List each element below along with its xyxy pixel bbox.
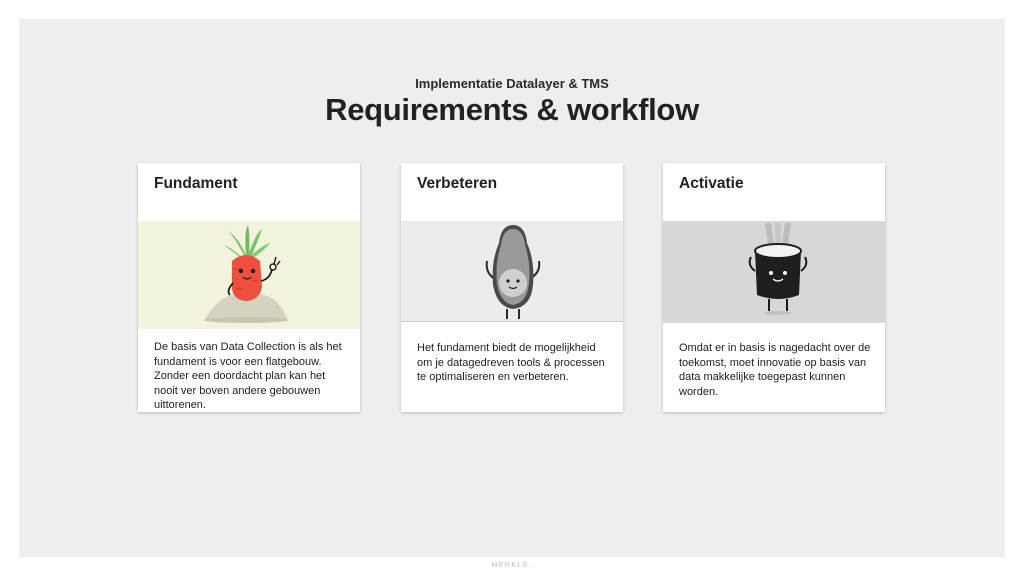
merkle-logo: MERKLE.	[491, 562, 533, 569]
card-description: Het fundament biedt de mogelijkheid om j…	[417, 342, 605, 384]
sushi-roll-character-icon	[663, 221, 885, 323]
card-description: Omdat er in basis is nagedacht over de t…	[679, 342, 871, 398]
slide-subtitle: Implementatie Datalayer & TMS	[415, 76, 609, 91]
card-title: Verbeteren	[417, 175, 498, 192]
card-activatie: Activatie Omdat er in basis is nagedacht…	[663, 163, 885, 412]
card-description: De basis van Data Collection is als het …	[154, 341, 342, 412]
card-title: Activatie	[679, 175, 744, 192]
carrot-character-icon	[138, 221, 360, 329]
slide-title: Requirements & workflow	[325, 92, 699, 127]
card-fundament: Fundament De basis van Data Collection i…	[138, 163, 360, 412]
card-title: Fundament	[154, 175, 238, 192]
card-verbeteren: Verbeteren Het fundament biedt de mogeli…	[401, 163, 623, 412]
avocado-character-icon	[401, 221, 623, 322]
